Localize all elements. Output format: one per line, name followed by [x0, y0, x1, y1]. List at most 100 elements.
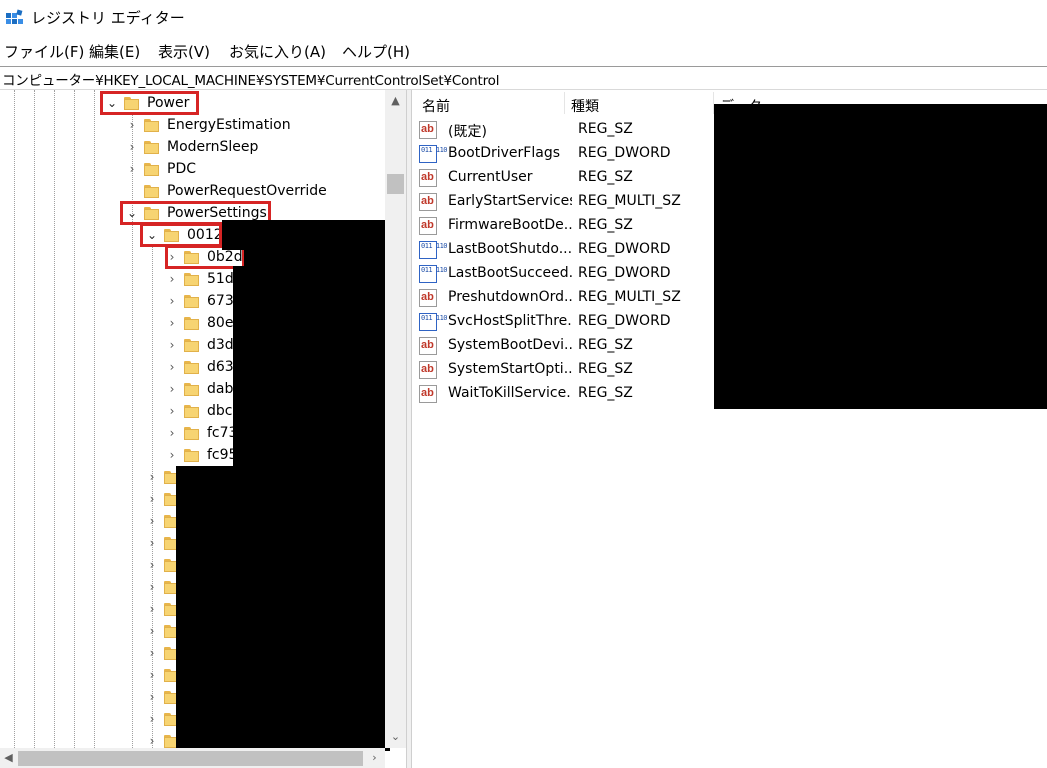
value-type: REG_SZ [578, 169, 633, 185]
folder-icon [144, 141, 159, 154]
value-name: SystemBootDevi... [448, 337, 572, 353]
folder-icon [184, 339, 199, 352]
chevron-right-icon[interactable]: › [145, 535, 159, 551]
chevron-right-icon[interactable]: › [165, 381, 179, 397]
chevron-right-icon[interactable]: › [145, 491, 159, 507]
chevron-right-icon[interactable]: › [165, 293, 179, 309]
values-list-pane[interactable]: 名前 種類 データ ab (既定) REG_SZ 011 110 BootDri… [412, 90, 1047, 768]
value-type: REG_SZ [578, 361, 633, 377]
string-value-icon: ab [419, 337, 437, 355]
menu-favorites[interactable]: お気に入り(A) [229, 41, 326, 62]
chevron-right-icon[interactable]: › [165, 447, 179, 463]
redaction-block [233, 266, 390, 466]
chevron-right-icon[interactable]: › [145, 711, 159, 727]
tree-item-label: EnergyEstimation [167, 117, 291, 133]
scroll-up-arrow-icon[interactable]: ▲ [387, 94, 404, 107]
menu-file[interactable]: ファイル(F) [4, 41, 84, 62]
folder-icon [184, 405, 199, 418]
address-path[interactable]: コンピューター¥HKEY_LOCAL_MACHINE¥SYSTEM¥Curren… [2, 69, 500, 89]
binary-value-icon: 011 110 [419, 313, 448, 331]
value-row[interactable]: 011 110 BootDriverFlags REG_DWORD [419, 143, 709, 167]
value-row[interactable]: ab (既定) REG_SZ [419, 119, 709, 143]
menu-edit[interactable]: 編集(E) [89, 41, 140, 62]
string-value-icon: ab [419, 121, 437, 139]
value-type: REG_DWORD [578, 265, 671, 281]
column-header-type[interactable]: 種類 [571, 96, 599, 116]
tree-item-label: dbc [207, 403, 233, 419]
chevron-right-icon[interactable]: › [165, 403, 179, 419]
value-name: LastBootShutdo... [448, 241, 572, 257]
column-header-name[interactable]: 名前 [422, 96, 450, 116]
chevron-right-icon[interactable]: › [145, 579, 159, 595]
chevron-right-icon[interactable]: › [145, 601, 159, 617]
value-row[interactable]: ab PreshutdownOrd... REG_MULTI_SZ [419, 287, 709, 311]
value-name: EarlyStartServices [448, 193, 572, 209]
chevron-right-icon[interactable]: › [125, 139, 139, 155]
string-value-icon: ab [419, 217, 437, 235]
chevron-right-icon[interactable]: › [145, 667, 159, 683]
folder-icon [184, 427, 199, 440]
folder-icon [184, 273, 199, 286]
value-type: REG_DWORD [578, 145, 671, 161]
tree-item-modernsleep[interactable]: › ModernSleep [0, 137, 385, 159]
tree-vertical-scrollbar[interactable]: ▲ ⌄ [385, 90, 406, 748]
value-name: LastBootSucceed... [448, 265, 572, 281]
value-name: FirmwareBootDe... [448, 217, 572, 233]
chevron-right-icon[interactable]: › [165, 425, 179, 441]
tree-item-label: ModernSleep [167, 139, 259, 155]
value-row[interactable]: ab SystemBootDevi... REG_SZ [419, 335, 709, 359]
value-row[interactable]: ab CurrentUser REG_SZ [419, 167, 709, 191]
chevron-right-icon[interactable]: › [145, 623, 159, 639]
value-type: REG_SZ [578, 337, 633, 353]
value-type: REG_SZ [578, 121, 633, 137]
chevron-right-icon[interactable]: › [145, 645, 159, 661]
chevron-right-icon[interactable]: › [145, 689, 159, 705]
value-name: CurrentUser [448, 169, 533, 185]
folder-icon [184, 449, 199, 462]
string-value-icon: ab [419, 169, 437, 187]
value-name: (既定) [448, 124, 487, 140]
value-row[interactable]: ab WaitToKillService... REG_SZ [419, 383, 709, 407]
tree-item-energyestimation[interactable]: › EnergyEstimation [0, 115, 385, 137]
column-divider[interactable] [564, 92, 565, 114]
scroll-left-arrow-icon[interactable]: ◀ [0, 751, 17, 764]
chevron-right-icon[interactable]: › [165, 271, 179, 287]
chevron-right-icon[interactable]: › [165, 315, 179, 331]
menu-help[interactable]: ヘルプ(H) [342, 41, 410, 62]
value-row[interactable]: 011 110 SvcHostSplitThre... REG_DWORD [419, 311, 709, 335]
chevron-right-icon[interactable]: › [145, 733, 159, 749]
value-row[interactable]: ab FirmwareBootDe... REG_SZ [419, 215, 709, 239]
scroll-down-arrow-icon[interactable]: ⌄ [387, 730, 404, 743]
string-value-icon: ab [419, 385, 437, 403]
value-row[interactable]: ab EarlyStartServices REG_MULTI_SZ [419, 191, 709, 215]
address-bar[interactable]: コンピューター¥HKEY_LOCAL_MACHINE¥SYSTEM¥Curren… [0, 66, 1047, 90]
registry-editor-icon [6, 9, 23, 24]
tree-item-powerrequestoverride[interactable]: PowerRequestOverride [0, 181, 385, 203]
chevron-right-icon[interactable]: › [165, 359, 179, 375]
binary-value-icon: 011 110 [419, 145, 448, 163]
tree-item-label: 80e [207, 315, 234, 331]
value-type: REG_DWORD [578, 241, 671, 257]
value-row[interactable]: 011 110 LastBootShutdo... REG_DWORD [419, 239, 709, 263]
value-type: REG_MULTI_SZ [578, 289, 681, 305]
folder-icon [184, 361, 199, 374]
tree-item-pdc[interactable]: › PDC [0, 159, 385, 181]
chevron-right-icon[interactable]: › [145, 513, 159, 529]
chevron-right-icon[interactable]: › [165, 337, 179, 353]
value-row[interactable]: 011 110 LastBootSucceed... REG_DWORD [419, 263, 709, 287]
chevron-right-icon[interactable]: › [125, 161, 139, 177]
menu-bar: ファイル(F) 編集(E) 表示(V) お気に入り(A) ヘルプ(H) [0, 38, 1047, 64]
chevron-right-icon[interactable]: › [145, 557, 159, 573]
tree-horizontal-scrollbar[interactable]: ◀ › [0, 748, 385, 768]
string-value-icon: ab [419, 361, 437, 379]
menu-view[interactable]: 表示(V) [158, 41, 210, 62]
scroll-right-arrow-icon[interactable]: › [366, 751, 383, 764]
chevron-right-icon[interactable]: › [145, 469, 159, 485]
key-tree-pane[interactable]: ⌄ Power › EnergyEstimation › ModernSleep… [0, 90, 406, 768]
chevron-right-icon[interactable]: › [125, 117, 139, 133]
scrollbar-thumb[interactable] [18, 751, 363, 766]
scrollbar-thumb[interactable] [387, 174, 404, 194]
value-row[interactable]: ab SystemStartOpti... REG_SZ [419, 359, 709, 383]
tree-item-label: d63 [207, 359, 234, 375]
tree-item-label: PowerRequestOverride [167, 183, 327, 199]
